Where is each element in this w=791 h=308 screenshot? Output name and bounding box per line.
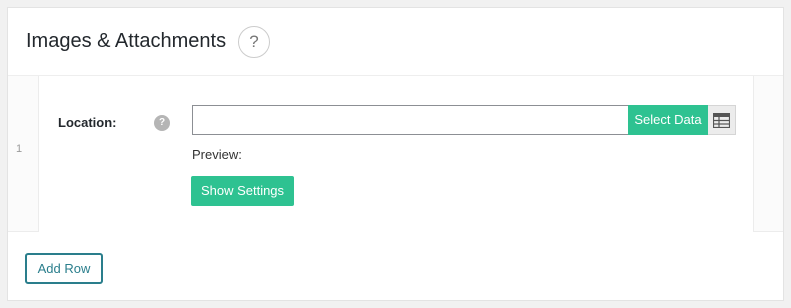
location-help-icon[interactable]: ?	[154, 115, 170, 131]
images-attachments-panel: Images & Attachments ? 1 Location: ? Sel…	[7, 7, 784, 301]
row-content: Location: ? Select Data Preview: Show Se…	[38, 76, 754, 232]
location-label: Location:	[58, 115, 117, 130]
row-number: 1	[16, 143, 23, 155]
help-icon[interactable]: ?	[238, 26, 270, 58]
show-settings-button[interactable]: Show Settings	[191, 176, 294, 206]
repeater-row: 1 Location: ? Select Data Preview: Show …	[8, 76, 783, 232]
panel-header: Images & Attachments ?	[8, 8, 783, 76]
table-view-button[interactable]	[708, 105, 736, 135]
location-input[interactable]	[192, 105, 628, 135]
preview-label: Preview:	[192, 147, 242, 162]
table-icon	[713, 113, 730, 128]
add-row-button[interactable]: Add Row	[25, 253, 103, 284]
select-data-button[interactable]: Select Data	[628, 105, 708, 135]
panel-title: Images & Attachments	[26, 30, 227, 52]
